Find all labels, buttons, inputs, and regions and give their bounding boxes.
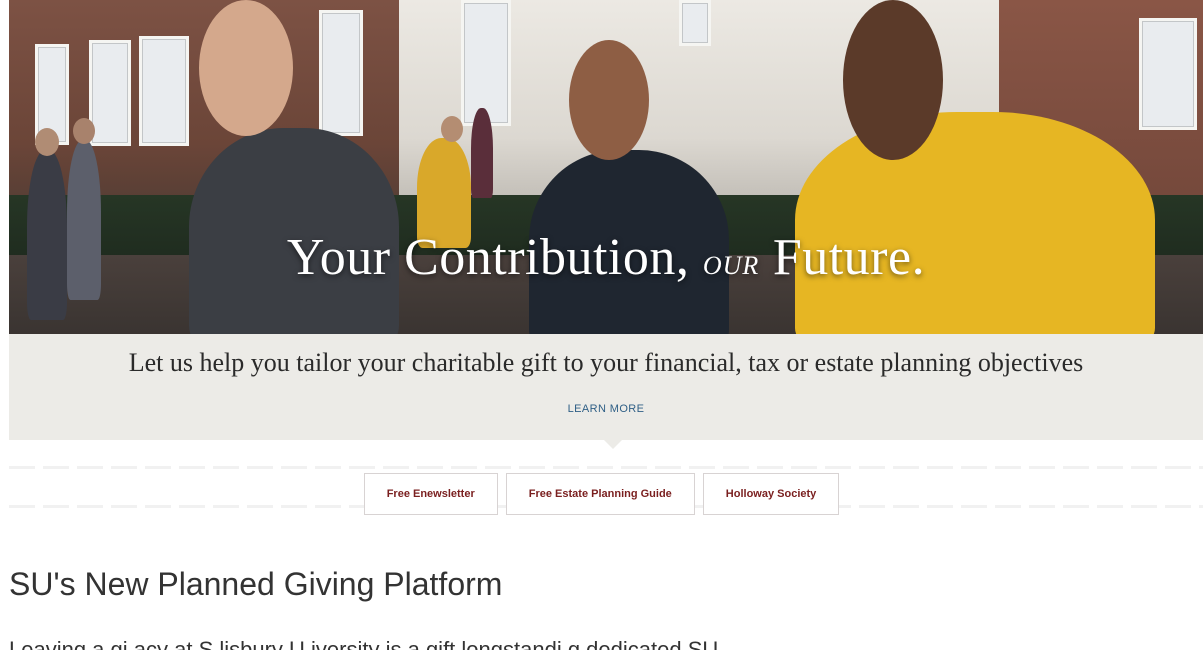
hero-title-small: our (702, 251, 760, 280)
banner-tagline: Let us help you tailor your charitable g… (128, 348, 1084, 377)
student-right (795, 112, 1155, 334)
free-enewsletter-button[interactable]: Free Enewsletter (363, 473, 498, 515)
student-left-head (199, 0, 293, 136)
person-head (73, 118, 95, 144)
hero-title: Your Contribution, our Future. (9, 228, 1203, 287)
learn-more-link[interactable]: LEARN MORE (9, 403, 1203, 415)
window (1139, 18, 1197, 130)
banner-pointer (604, 440, 622, 449)
divider-dashes (9, 466, 1203, 469)
free-estate-planning-guide-button[interactable]: Free Estate Planning Guide (505, 473, 695, 515)
hero-title-part2: Future. (772, 229, 926, 286)
window (461, 0, 511, 126)
holloway-society-button[interactable]: Holloway Society (702, 473, 840, 515)
intro-paragraph: Leaving a gi acy at S lisbury U iversity… (9, 637, 719, 650)
page: Your Contribution, our Future. Let us he… (0, 0, 1203, 650)
person-head (35, 128, 59, 156)
hero-title-part1: Your Contribution, (286, 229, 690, 286)
section-title: SU's New Planned Giving Platform (9, 566, 503, 602)
window (319, 10, 363, 136)
hero-photo: Your Contribution, our Future. (9, 0, 1203, 334)
window (679, 0, 711, 46)
person-head (441, 116, 463, 142)
student-right-head (843, 0, 943, 160)
window (89, 40, 131, 146)
student-center-head (569, 40, 649, 160)
planning-banner: Let us help you tailor your charitable g… (9, 334, 1203, 449)
window (139, 36, 189, 146)
quick-links: Free Enewsletter Free Estate Planning Gu… (0, 473, 1203, 515)
person-silhouette (471, 108, 493, 198)
